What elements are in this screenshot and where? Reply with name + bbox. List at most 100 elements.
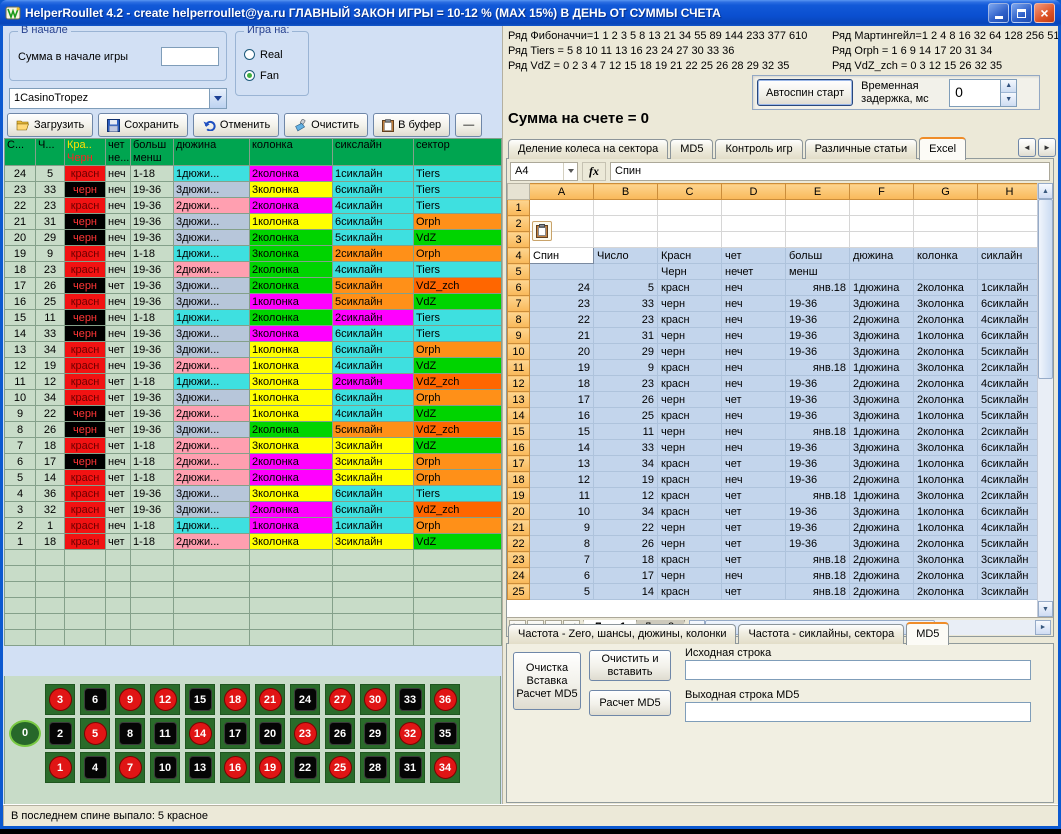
column-header-E[interactable]: E: [786, 184, 850, 200]
cell-C21[interactable]: черн: [658, 520, 722, 536]
row-header-22[interactable]: 22: [508, 536, 530, 552]
cell-F7[interactable]: 3дюжина: [850, 296, 914, 312]
cell-H22[interactable]: 5сиклайн: [978, 536, 1038, 552]
board-number-18[interactable]: 18: [220, 684, 250, 715]
autospin-start-button[interactable]: Автоспин старт: [757, 79, 853, 106]
row-header-17[interactable]: 17: [508, 456, 530, 472]
cell-H14[interactable]: 5сиклайн: [978, 408, 1038, 424]
maximize-button[interactable]: [1011, 3, 1032, 23]
cell-C15[interactable]: черн: [658, 424, 722, 440]
cell-H8[interactable]: 4сиклайн: [978, 312, 1038, 328]
cell-F4[interactable]: дюжина: [850, 248, 914, 264]
tab-excel[interactable]: Excel: [919, 137, 966, 160]
cell-B4[interactable]: Число: [594, 248, 658, 264]
cell-G15[interactable]: 2колонка: [914, 424, 978, 440]
board-number-1[interactable]: 1: [45, 752, 75, 783]
cell-D18[interactable]: неч: [722, 472, 786, 488]
load-button[interactable]: Загрузить: [7, 113, 93, 137]
board-number-31[interactable]: 31: [395, 752, 425, 783]
md5-clear-paste-calc-button[interactable]: Очистка Вставка Расчет MD5: [513, 652, 581, 710]
row-header-6[interactable]: 6: [508, 280, 530, 296]
row-header-15[interactable]: 15: [508, 424, 530, 440]
cell-A16[interactable]: 14: [530, 440, 594, 456]
cell-H19[interactable]: 2сиклайн: [978, 488, 1038, 504]
board-number-12[interactable]: 12: [150, 684, 180, 715]
cell-F22[interactable]: 3дюжина: [850, 536, 914, 552]
cell-A6[interactable]: 24: [530, 280, 594, 296]
cell-H16[interactable]: 6сиклайн: [978, 440, 1038, 456]
cell-C25[interactable]: красн: [658, 584, 722, 600]
cell-H25[interactable]: 3сиклайн: [978, 584, 1038, 600]
cell-B1[interactable]: [594, 200, 658, 216]
cell-F23[interactable]: 2дюжина: [850, 552, 914, 568]
board-number-28[interactable]: 28: [360, 752, 390, 783]
board-number-14[interactable]: 14: [185, 718, 215, 749]
row-header-4[interactable]: 4: [508, 248, 530, 264]
row-header-9[interactable]: 9: [508, 328, 530, 344]
board-number-3[interactable]: 3: [45, 684, 75, 715]
cell-G4[interactable]: колонка: [914, 248, 978, 264]
close-button[interactable]: ×: [1034, 3, 1055, 23]
cell-F2[interactable]: [850, 216, 914, 232]
cell-G16[interactable]: 3колонка: [914, 440, 978, 456]
cell-B22[interactable]: 26: [594, 536, 658, 552]
cell-E8[interactable]: 19-36: [786, 312, 850, 328]
cell-A12[interactable]: 18: [530, 376, 594, 392]
cell-C17[interactable]: красн: [658, 456, 722, 472]
cell-E19[interactable]: янв.18: [786, 488, 850, 504]
cell-G20[interactable]: 1колонка: [914, 504, 978, 520]
cell-E1[interactable]: [786, 200, 850, 216]
cell-D23[interactable]: чет: [722, 552, 786, 568]
cell-C18[interactable]: красн: [658, 472, 722, 488]
board-number-6[interactable]: 6: [80, 684, 110, 715]
cell-A9[interactable]: 21: [530, 328, 594, 344]
md5-output-input[interactable]: [685, 702, 1031, 722]
cell-A14[interactable]: 16: [530, 408, 594, 424]
board-number-35[interactable]: 35: [430, 718, 460, 749]
cell-E24[interactable]: янв.18: [786, 568, 850, 584]
row-header-18[interactable]: 18: [508, 472, 530, 488]
scroll-down-icon[interactable]: ▼: [1038, 601, 1053, 617]
cell-B9[interactable]: 31: [594, 328, 658, 344]
cell-G8[interactable]: 2колонка: [914, 312, 978, 328]
cell-E20[interactable]: 19-36: [786, 504, 850, 520]
row-header-25[interactable]: 25: [508, 584, 530, 600]
cell-A7[interactable]: 23: [530, 296, 594, 312]
cell-G3[interactable]: [914, 232, 978, 248]
delay-value[interactable]: 0: [950, 80, 1000, 106]
board-number-10[interactable]: 10: [150, 752, 180, 783]
column-header-H[interactable]: H: [978, 184, 1038, 200]
insert-function-button[interactable]: fx: [582, 162, 606, 181]
cell-B14[interactable]: 25: [594, 408, 658, 424]
cell-H11[interactable]: 2сиклайн: [978, 360, 1038, 376]
board-number-30[interactable]: 30: [360, 684, 390, 715]
cell-C5[interactable]: Черн: [658, 264, 722, 280]
tab-scroll-left-icon[interactable]: ◄: [1018, 138, 1036, 157]
cell-G14[interactable]: 1колонка: [914, 408, 978, 424]
vscroll-thumb[interactable]: [1038, 199, 1053, 379]
cell-C10[interactable]: черн: [658, 344, 722, 360]
cell-H5[interactable]: [978, 264, 1038, 280]
board-number-25[interactable]: 25: [325, 752, 355, 783]
cell-G12[interactable]: 2колонка: [914, 376, 978, 392]
cell-H2[interactable]: [978, 216, 1038, 232]
cell-E12[interactable]: 19-36: [786, 376, 850, 392]
row-header-5[interactable]: 5: [508, 264, 530, 280]
cell-E25[interactable]: янв.18: [786, 584, 850, 600]
board-number-2[interactable]: 2: [45, 718, 75, 749]
excel-vscrollbar[interactable]: ▲ ▼: [1037, 183, 1053, 617]
cell-H17[interactable]: 6сиклайн: [978, 456, 1038, 472]
casino-select[interactable]: 1CasinoTropez: [9, 88, 227, 109]
board-number-21[interactable]: 21: [255, 684, 285, 715]
cell-G6[interactable]: 2колонка: [914, 280, 978, 296]
cell-D22[interactable]: чет: [722, 536, 786, 552]
cell-G7[interactable]: 3колонка: [914, 296, 978, 312]
cell-B23[interactable]: 18: [594, 552, 658, 568]
board-zero[interactable]: 0: [8, 717, 42, 749]
cell-B13[interactable]: 26: [594, 392, 658, 408]
board-number-24[interactable]: 24: [290, 684, 320, 715]
cell-D21[interactable]: чет: [722, 520, 786, 536]
scroll-up-icon[interactable]: ▲: [1038, 183, 1053, 199]
cell-F6[interactable]: 1дюжина: [850, 280, 914, 296]
cell-A18[interactable]: 12: [530, 472, 594, 488]
